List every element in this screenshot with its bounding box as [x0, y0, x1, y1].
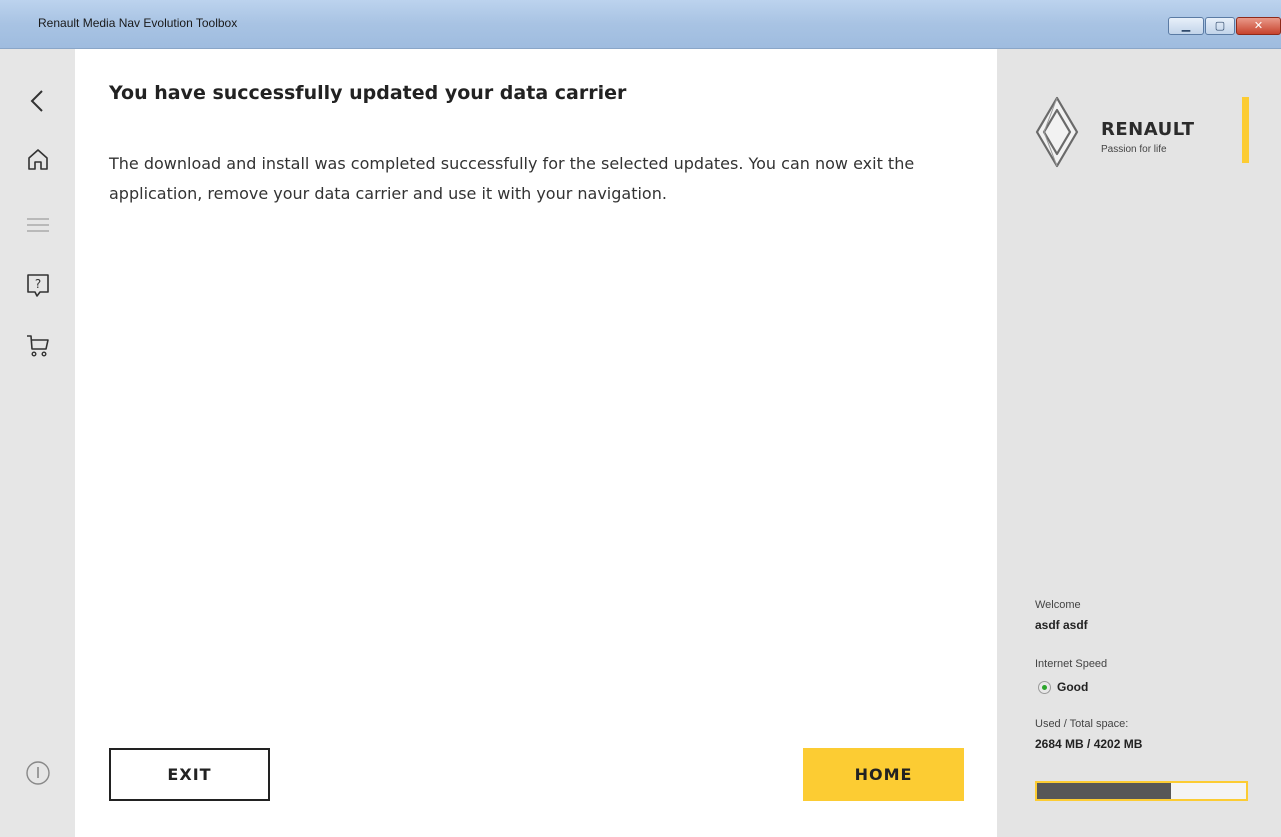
cart-button[interactable] — [24, 331, 52, 359]
exit-button[interactable]: EXIT — [109, 748, 270, 801]
home-icon — [28, 149, 48, 170]
speed-status-icon — [1038, 681, 1051, 694]
window-titlebar: Renault Media Nav Evolution Toolbox ▁ ▢ … — [0, 0, 1281, 49]
close-button[interactable]: ✕ — [1236, 17, 1281, 35]
minimize-button[interactable]: ▁ — [1168, 17, 1204, 35]
brand-tagline: Passion for life — [1101, 144, 1167, 155]
maximize-button[interactable]: ▢ — [1205, 17, 1235, 35]
success-message: The download and install was completed s… — [109, 154, 915, 203]
info-icon — [26, 761, 50, 785]
space-usage-fill — [1037, 783, 1171, 799]
svg-text:?: ? — [35, 277, 41, 291]
home-nav-button[interactable] — [24, 145, 52, 173]
window-title: Renault Media Nav Evolution Toolbox — [38, 16, 238, 30]
help-icon: ? — [27, 274, 49, 297]
main-content: You have successfully updated your data … — [75, 49, 997, 837]
brand-accent-bar — [1242, 97, 1249, 163]
info-button[interactable] — [24, 759, 52, 787]
left-nav: ? — [0, 49, 75, 837]
page-title: You have successfully updated your data … — [109, 82, 627, 104]
maximize-icon: ▢ — [1214, 19, 1226, 32]
help-button[interactable]: ? — [24, 271, 52, 299]
minimize-icon: ▁ — [1181, 19, 1191, 32]
user-name: asdf asdf — [1035, 618, 1088, 632]
cart-icon — [27, 335, 49, 357]
chevron-left-icon — [30, 90, 43, 112]
menu-icon — [27, 218, 49, 232]
internet-speed-value: Good — [1057, 680, 1089, 694]
space-label: Used / Total space: — [1035, 718, 1129, 730]
brand-name: RENAULT — [1101, 119, 1195, 140]
right-panel: RENAULT Passion for life Welcome asdf as… — [997, 49, 1281, 837]
renault-logo-icon — [1035, 96, 1079, 168]
space-usage-bar — [1035, 781, 1248, 801]
welcome-label: Welcome — [1035, 599, 1081, 611]
back-button[interactable] — [24, 87, 52, 115]
menu-button[interactable] — [24, 211, 52, 239]
space-value: 2684 MB / 4202 MB — [1035, 737, 1143, 751]
home-button[interactable]: HOME — [803, 748, 964, 801]
internet-speed-label: Internet Speed — [1035, 658, 1108, 670]
close-icon: ✕ — [1253, 19, 1264, 32]
